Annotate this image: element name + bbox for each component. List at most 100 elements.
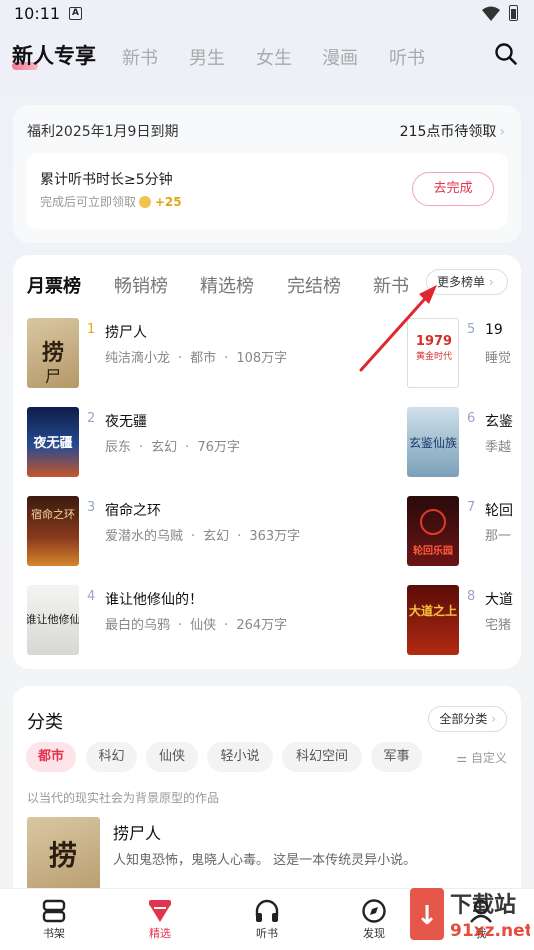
status-bar: 10:11 A bbox=[0, 0, 534, 28]
nav-bookshelf[interactable]: 书架 bbox=[24, 897, 84, 941]
book-words: 108万字 bbox=[236, 351, 288, 366]
welfare-deadline: 福利2025年1月9日到期 bbox=[27, 124, 179, 140]
points-label: 215点币待领取 bbox=[399, 124, 497, 140]
nav-label: 书架 bbox=[43, 927, 65, 940]
svg-text:谁让他修仙: 谁让他修仙 bbox=[27, 612, 79, 626]
tab-female[interactable]: 女生 bbox=[256, 44, 292, 70]
book-words: 363万字 bbox=[249, 529, 301, 544]
customize-button[interactable]: ⚌ 自定义 bbox=[456, 749, 507, 766]
book-words: 264万字 bbox=[236, 618, 288, 633]
tab-comics[interactable]: 漫画 bbox=[322, 44, 358, 70]
book-title: 大道 bbox=[485, 592, 513, 608]
svg-text:捞: 捞 bbox=[49, 839, 77, 872]
book-title: 谁让他修仙的！ bbox=[105, 592, 203, 608]
coin-icon bbox=[139, 196, 152, 208]
rank-number: 8 bbox=[467, 589, 476, 604]
book-author: 季越 bbox=[485, 440, 512, 455]
book-genre: 仙侠 bbox=[190, 618, 217, 633]
rank-number: 4 bbox=[87, 589, 96, 604]
book-meta: 最白的乌鸦 · 仙侠 · 264万字 bbox=[105, 618, 288, 633]
svg-text:夜无疆: 夜无疆 bbox=[32, 435, 72, 451]
rank-number: 2 bbox=[87, 411, 96, 426]
discover-icon bbox=[362, 899, 386, 923]
book-title: 宿命之环 bbox=[105, 503, 161, 519]
rank-book-4[interactable]: 谁让他修仙 4 谁让他修仙的！ 最白的乌鸦 · 仙侠 · 264万字 bbox=[27, 585, 387, 657]
category-title: 分类 bbox=[27, 712, 63, 733]
chip-military[interactable]: 军事 bbox=[371, 742, 422, 772]
category-card: 分类 全部分类 › 都市 科幻 仙侠 轻小说 科幻空间 军事 ⚌ 自定义 以当代… bbox=[13, 686, 521, 906]
svg-text:91xz.net: 91xz.net bbox=[450, 921, 530, 941]
book-cover: 玄鉴仙族 bbox=[407, 407, 459, 477]
rank-number: 7 bbox=[467, 500, 476, 515]
svg-text:轮回乐园: 轮回乐园 bbox=[413, 544, 453, 557]
book-title: 捞尸人 bbox=[105, 325, 147, 341]
category-description: 以当代的现实社会为背景原型的作品 bbox=[27, 791, 220, 805]
rank-book-7[interactable]: 轮回乐园 7 轮回 那一 bbox=[407, 496, 521, 568]
book-cover: 夜无疆 bbox=[27, 407, 79, 477]
welfare-card: 福利2025年1月9日到期 215点币待领取 › 累计听书时长≥5分钟 完成后可立… bbox=[13, 105, 521, 243]
status-time: 10:11 bbox=[14, 4, 61, 23]
tab-audiobooks[interactable]: 听书 bbox=[389, 44, 425, 70]
book-author: 爱潜水的乌贼 bbox=[105, 529, 184, 544]
rank-number: 3 bbox=[87, 500, 96, 515]
chevron-right-icon: › bbox=[491, 712, 496, 726]
headphones-icon bbox=[255, 899, 279, 922]
tab-newcomer[interactable]: 新人专享 bbox=[12, 40, 96, 70]
tab-selected[interactable]: 精选榜 bbox=[200, 272, 254, 298]
chip-light-novel[interactable]: 轻小说 bbox=[207, 742, 273, 772]
annotation-arrow bbox=[359, 285, 437, 372]
book-author: 宅猪 bbox=[485, 618, 512, 633]
tab-completed[interactable]: 完结榜 bbox=[287, 272, 341, 298]
rank-number: 6 bbox=[467, 411, 476, 426]
task-title: 累计听书时长≥5分钟 bbox=[40, 172, 173, 188]
book-cover: 轮回乐园 bbox=[407, 496, 459, 566]
rank-book-1[interactable]: 捞尸 1 捞尸人 纯洁滴小龙 · 都市 · 108万字 bbox=[27, 318, 387, 390]
featured-icon bbox=[149, 900, 171, 922]
nav-label: 听书 bbox=[256, 927, 278, 940]
chip-urban[interactable]: 都市 bbox=[26, 742, 76, 772]
tab-male[interactable]: 男生 bbox=[189, 44, 225, 70]
bookshelf-icon bbox=[42, 899, 66, 923]
task-subtitle: 完成后可立即领取 +25 bbox=[40, 193, 182, 210]
wifi-icon bbox=[482, 6, 500, 21]
book-author: 纯洁滴小龙 bbox=[105, 351, 171, 366]
chip-xianxia[interactable]: 仙侠 bbox=[146, 742, 198, 772]
tab-monthly-ticket[interactable]: 月票榜 bbox=[25, 272, 81, 298]
rank-book-2[interactable]: 夜无疆 2 夜无疆 辰东 · 玄幻 · 76万字 bbox=[27, 407, 387, 479]
a-notification-icon: A bbox=[69, 7, 82, 20]
tab-new-books[interactable]: 新书 bbox=[122, 44, 158, 70]
all-categories-label: 全部分类 bbox=[439, 712, 488, 726]
rank-number: 1 bbox=[87, 322, 96, 337]
nav-discover[interactable]: 发现 bbox=[344, 897, 404, 941]
book-cover: 捞尸 bbox=[27, 318, 79, 388]
nav-label: 精选 bbox=[149, 927, 171, 940]
rank-book-3[interactable]: 宿命之环 3 宿命之环 爱潜水的乌贼 · 玄幻 · 363万字 bbox=[27, 496, 387, 568]
svg-text:下载站: 下载站 bbox=[450, 892, 516, 918]
all-categories-button[interactable]: 全部分类 › bbox=[428, 706, 507, 732]
go-complete-button[interactable]: 去完成 bbox=[412, 172, 494, 206]
book-title: 19 bbox=[485, 322, 503, 338]
nav-label: 发现 bbox=[363, 927, 385, 940]
chip-scifi-space[interactable]: 科幻空间 bbox=[282, 742, 362, 772]
book-meta: 爱潜水的乌贼 · 玄幻 · 363万字 bbox=[105, 529, 301, 544]
nav-audiobooks[interactable]: 听书 bbox=[237, 897, 297, 941]
points-link[interactable]: 215点币待领取 › bbox=[400, 121, 505, 141]
rank-book-6[interactable]: 玄鉴仙族 6 玄鉴 季越 bbox=[407, 407, 521, 479]
chip-scifi[interactable]: 科幻 bbox=[86, 742, 137, 772]
book-cover: 宿命之环 bbox=[27, 496, 79, 566]
featured-book-title[interactable]: 捞尸人 bbox=[113, 820, 161, 844]
book-title: 玄鉴 bbox=[485, 414, 513, 430]
task-sub-text: 完成后可立即领取 bbox=[40, 195, 137, 209]
book-cover: 大道之上 bbox=[407, 585, 459, 655]
task-card: 累计听书时长≥5分钟 完成后可立即领取 +25 去完成 bbox=[26, 153, 508, 229]
book-meta: 纯洁滴小龙 · 都市 · 108万字 bbox=[105, 351, 288, 366]
search-icon[interactable] bbox=[494, 42, 518, 66]
watermark-logo: ↓ 下载站 91xz.net bbox=[410, 888, 530, 941]
tab-bestseller[interactable]: 畅销榜 bbox=[114, 272, 168, 298]
nav-featured[interactable]: 精选 bbox=[130, 897, 190, 941]
book-author: 睡觉 bbox=[485, 351, 512, 366]
sliders-icon: ⚌ bbox=[456, 751, 468, 765]
svg-text:↓: ↓ bbox=[416, 901, 438, 931]
rank-book-8[interactable]: 大道之上 8 大道 宅猪 bbox=[407, 585, 521, 657]
book-title: 夜无疆 bbox=[105, 414, 147, 430]
